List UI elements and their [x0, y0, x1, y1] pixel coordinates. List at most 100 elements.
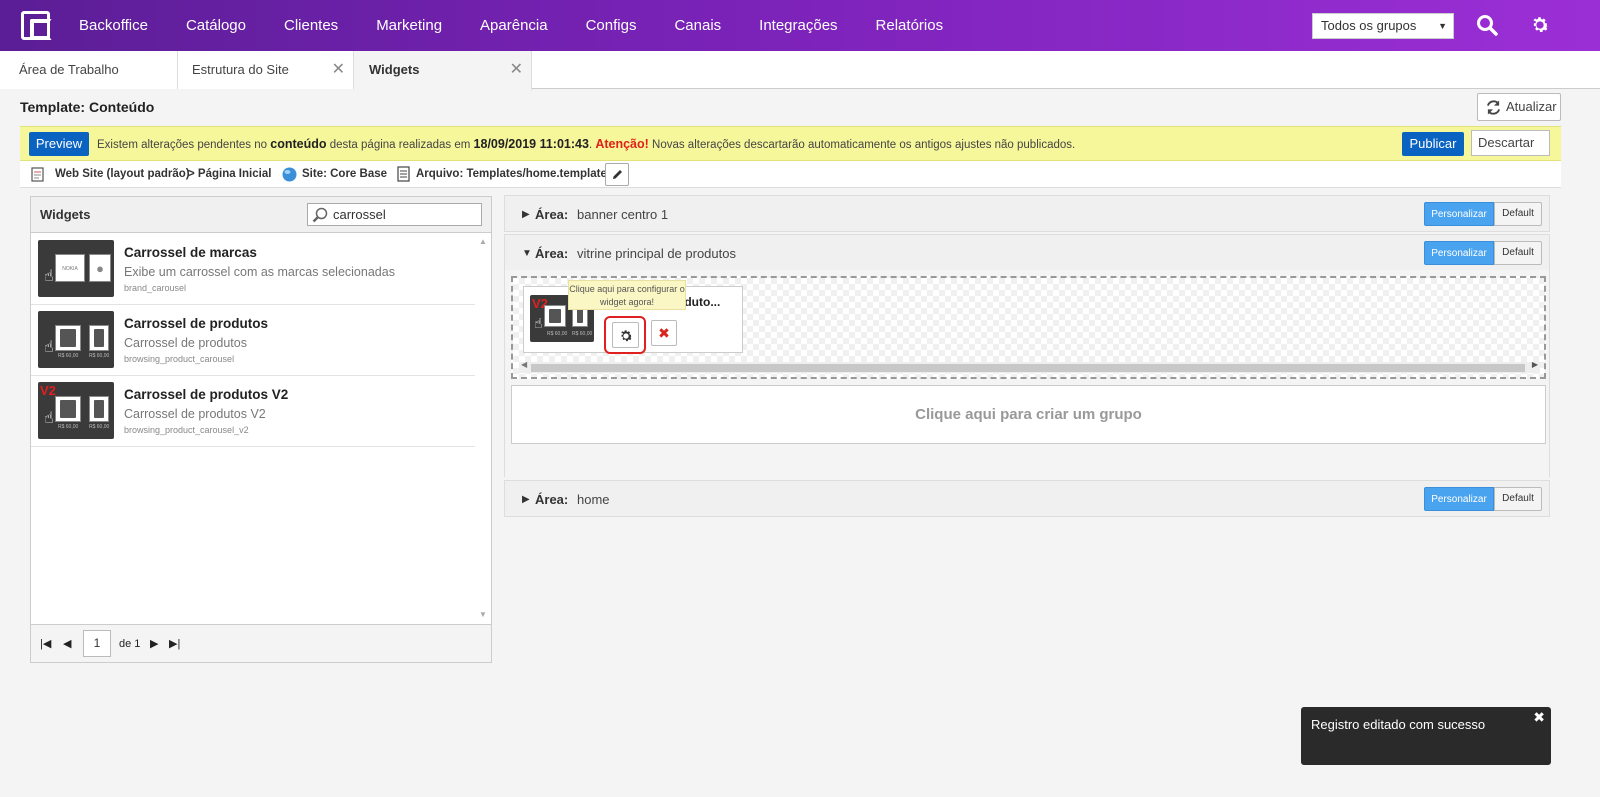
product-carousel-v2-thumbnail: V2 R$ 60,00 R$ 60,00 ☝: [38, 382, 114, 439]
widget-code: brand_carousel: [124, 283, 187, 293]
discard-button[interactable]: Descartar ✖: [1471, 130, 1550, 175]
pending-changes-bar: Preview Existem alterações pendentes no …: [20, 126, 1561, 175]
area-home[interactable]: ▶ Área: home Personalizar Default: [504, 480, 1550, 517]
nav-relatorios[interactable]: Relatórios: [857, 0, 963, 51]
breadcrumb-file: Arquivo: Templates/home.template: [416, 168, 607, 180]
nav-canais[interactable]: Canais: [655, 0, 740, 51]
nav-integracoes[interactable]: Integrações: [740, 0, 856, 51]
nav-marketing[interactable]: Marketing: [357, 0, 461, 51]
publish-button[interactable]: Publicar: [1402, 132, 1464, 156]
price-label: R$ 60,00: [89, 353, 110, 359]
next-page-icon[interactable]: ▶: [150, 625, 158, 663]
area-label: Área:: [535, 207, 569, 222]
tab-estrutura-do-site[interactable]: Estrutura do Site ✕: [178, 51, 354, 89]
price-label: R$ 60,00: [58, 353, 79, 359]
page-number-input[interactable]: 1: [83, 630, 111, 657]
tab-bar: Área de Trabalho Estrutura do Site ✕ Wid…: [0, 51, 1600, 90]
tab-area-de-trabalho[interactable]: Área de Trabalho: [0, 51, 178, 89]
area-banner-centro-1[interactable]: ▶ Área: banner centro 1 Personalizar Def…: [504, 195, 1550, 232]
refresh-icon: [1486, 100, 1501, 115]
horizontal-scrollbar[interactable]: ◀ ▶: [519, 360, 1540, 373]
top-navigation-bar: Backoffice Catálogo Clientes Marketing A…: [0, 0, 1600, 51]
area-name: vitrine principal de produtos: [577, 246, 736, 261]
attention-label: Atenção!: [595, 137, 649, 151]
brand-carousel-thumbnail: NOKIA ● ☝: [38, 240, 114, 297]
previous-page-icon[interactable]: ◀: [63, 625, 71, 663]
breadcrumb-layout[interactable]: Web Site (layout padrão): [55, 161, 190, 188]
nav-catalogo[interactable]: Catálogo: [167, 0, 265, 51]
widget-list-item[interactable]: V2 R$ 60,00 R$ 60,00 ☝ Carrossel de prod…: [31, 376, 475, 447]
area-name: home: [577, 492, 610, 507]
search-icon: [312, 207, 328, 223]
nav-clientes[interactable]: Clientes: [265, 0, 357, 51]
success-toast: Registro editado com sucesso ✖: [1301, 707, 1551, 765]
area-vitrine-principal[interactable]: ▼ Área: vitrine principal de produtos Pe…: [504, 234, 1550, 271]
breadcrumb-page[interactable]: > Página Inicial: [188, 161, 271, 188]
widget-name: Carrossel de produtos: [124, 316, 269, 331]
customize-button[interactable]: Personalizar: [1424, 241, 1494, 265]
nav-aparencia[interactable]: Aparência: [461, 0, 567, 51]
widget-name: Carrossel de marcas: [124, 245, 257, 260]
configure-widget-button[interactable]: [612, 322, 639, 348]
edit-file-button[interactable]: [605, 163, 629, 186]
area-label: Área:: [535, 246, 569, 261]
nav-backoffice[interactable]: Backoffice: [60, 0, 167, 51]
scrollbar-track[interactable]: [531, 364, 1525, 372]
phone-image: [89, 325, 109, 351]
widget-description: Exibe um carrossel com as marcas selecio…: [124, 265, 395, 279]
toast-message: Registro editado com sucesso: [1311, 717, 1486, 732]
pending-changes-message: Existem alterações pendentes no conteúdo…: [97, 127, 1075, 163]
main-nav: Backoffice Catálogo Clientes Marketing A…: [60, 0, 962, 51]
tab-widgets[interactable]: Widgets ✕: [354, 51, 532, 90]
pointer-hand-icon: ☝: [44, 268, 54, 285]
first-page-icon[interactable]: |◀: [40, 625, 51, 663]
widget-description: Carrossel de produtos: [124, 336, 247, 350]
group-select[interactable]: Todos os grupos ▼: [1312, 13, 1454, 39]
widget-list-item[interactable]: R$ 60,00 R$ 60,00 ☝ Carrossel de produto…: [31, 305, 475, 376]
refresh-button[interactable]: Atualizar: [1477, 93, 1561, 121]
expand-arrow-icon[interactable]: ▶: [522, 481, 530, 518]
pointer-hand-icon: ☝: [534, 315, 543, 331]
area-name: banner centro 1: [577, 207, 669, 222]
scroll-left-arrow[interactable]: ◀: [521, 360, 527, 369]
placed-widget-card[interactable]: V2 R$ 60,00 R$ 60,00 ☝ produto... Clique…: [523, 280, 743, 354]
scroll-up-arrow[interactable]: ▲: [479, 237, 487, 246]
widget-list-item[interactable]: NOKIA ● ☝ Carrossel de marcas Exibe um c…: [31, 234, 475, 305]
gear-icon[interactable]: [1529, 14, 1551, 36]
document-icon: [31, 167, 44, 182]
price-label: R$ 60,00: [547, 331, 568, 337]
preview-button[interactable]: Preview: [29, 132, 89, 156]
close-icon[interactable]: ✕: [332, 51, 345, 88]
widget-search-input[interactable]: carrossel: [307, 203, 482, 226]
pencil-icon: [613, 170, 622, 179]
scroll-right-arrow[interactable]: ▶: [1532, 360, 1538, 369]
search-icon[interactable]: [1476, 14, 1498, 36]
tab-label: Estrutura do Site: [192, 62, 289, 77]
default-button[interactable]: Default: [1494, 487, 1542, 511]
default-button[interactable]: Default: [1494, 202, 1542, 226]
customize-button[interactable]: Personalizar: [1424, 487, 1494, 511]
widget-dropzone[interactable]: V2 R$ 60,00 R$ 60,00 ☝ produto... Clique…: [511, 276, 1546, 379]
tab-label: Área de Trabalho: [19, 62, 119, 77]
widgets-panel-header: Widgets carrossel: [31, 197, 491, 233]
phone-image: [89, 396, 109, 422]
last-page-icon[interactable]: ▶|: [169, 625, 180, 663]
scroll-down-arrow[interactable]: ▼: [479, 610, 487, 619]
apple-logo-icon: ●: [89, 254, 111, 282]
close-icon[interactable]: ✕: [510, 51, 523, 88]
logo[interactable]: [21, 11, 52, 40]
remove-widget-button[interactable]: ✖: [651, 320, 677, 346]
widget-name: Carrossel de produtos V2: [124, 387, 289, 402]
configure-tooltip: Clique aqui para configurar o widget ago…: [568, 280, 686, 310]
expand-arrow-icon[interactable]: ▶: [522, 196, 530, 233]
refresh-label: Atualizar: [1506, 99, 1557, 114]
nav-configs[interactable]: Configs: [567, 0, 656, 51]
file-icon: [397, 166, 410, 182]
create-group-button[interactable]: Clique aqui para criar um grupo: [511, 385, 1546, 444]
close-icon[interactable]: ✖: [1533, 709, 1545, 726]
page-count: de 1: [119, 638, 141, 650]
default-button[interactable]: Default: [1494, 241, 1542, 265]
customize-button[interactable]: Personalizar: [1424, 202, 1494, 226]
warning-text: Existem alterações pendentes no: [97, 139, 271, 151]
collapse-arrow-icon[interactable]: ▼: [522, 235, 532, 272]
